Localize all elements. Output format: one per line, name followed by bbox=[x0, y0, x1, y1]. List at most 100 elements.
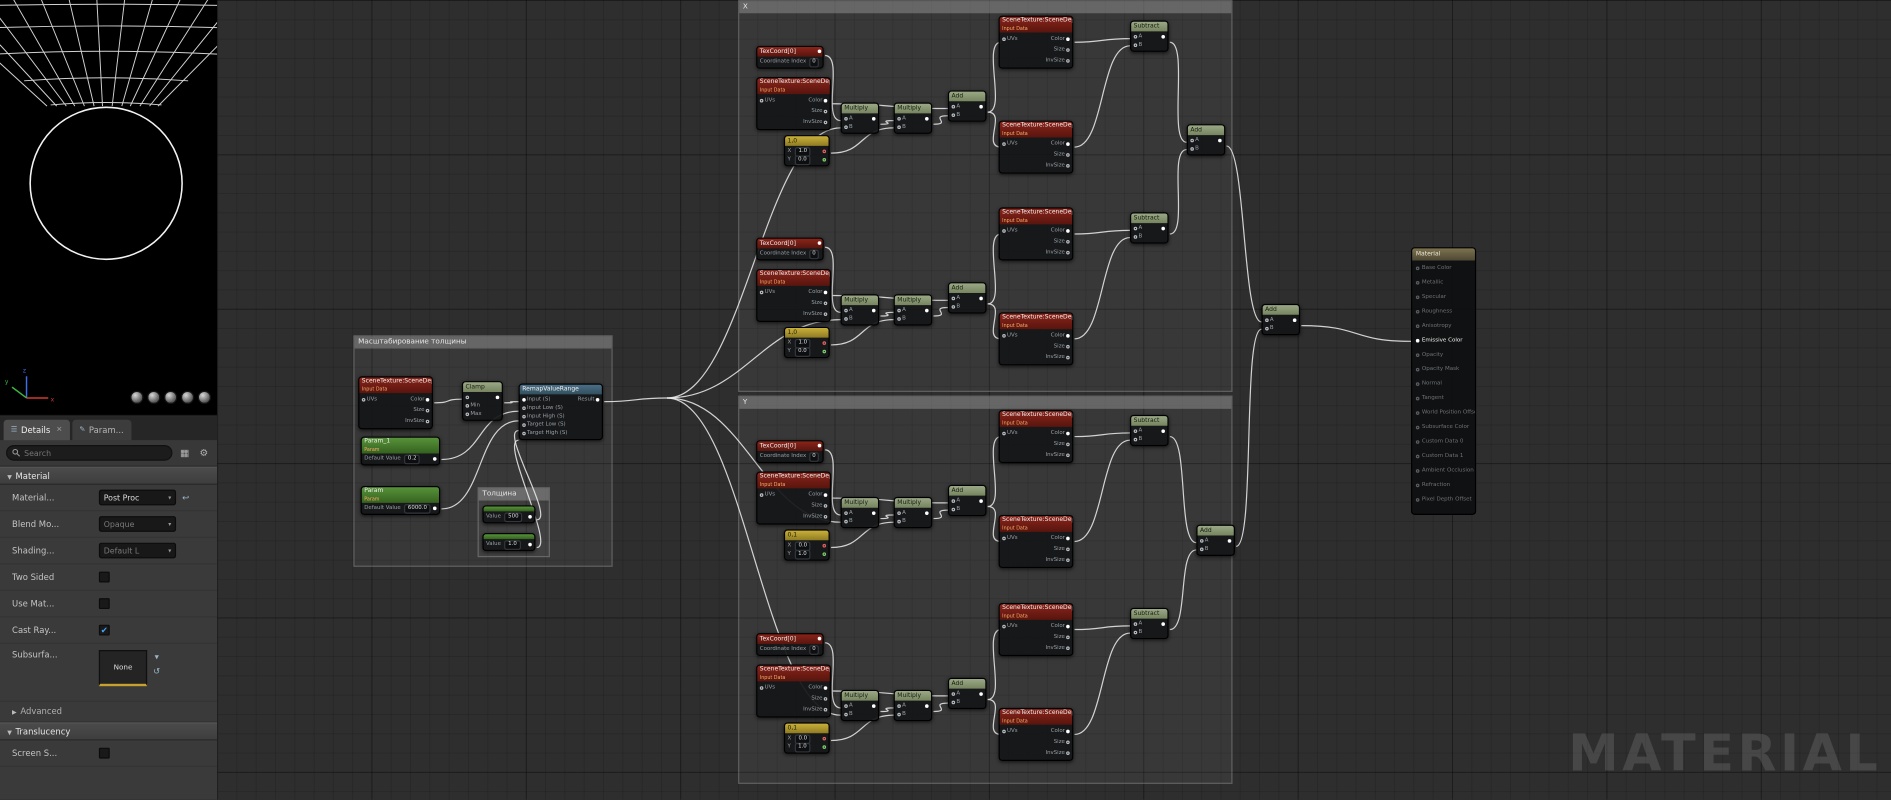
pin-specular-icon[interactable] bbox=[1415, 294, 1420, 299]
dropdown-shading[interactable]: Default L ▾ bbox=[98, 542, 177, 559]
pin-b[interactable] bbox=[844, 317, 848, 321]
close-icon[interactable]: ✕ bbox=[56, 426, 62, 434]
value[interactable]: 500 bbox=[504, 511, 523, 522]
material-output-node[interactable]: Material Base Color Metallic Specular Roughn… bbox=[1411, 247, 1477, 515]
chevron-down-icon[interactable]: ▾ bbox=[153, 652, 160, 662]
pin-a[interactable] bbox=[1265, 318, 1269, 323]
pin-a[interactable] bbox=[844, 511, 848, 515]
pin-size[interactable] bbox=[1066, 239, 1070, 244]
tab-param[interactable]: ✎ Param... bbox=[72, 419, 131, 441]
y-value[interactable]: 1.0 bbox=[794, 549, 811, 559]
pin-output[interactable] bbox=[432, 457, 437, 461]
node-subtract[interactable]: Subtract A B bbox=[1130, 20, 1169, 52]
y-value[interactable]: 0.0 bbox=[794, 154, 811, 165]
pin-b[interactable] bbox=[844, 125, 848, 130]
node-constant2vector[interactable]: 1,0 X 1.0 Y 0.0 bbox=[783, 135, 830, 167]
node-remapvaluerange[interactable]: RemapValueRange Input (S) Result Input L… bbox=[518, 383, 603, 441]
pin-base-color-icon[interactable] bbox=[1415, 265, 1420, 270]
node-add[interactable]: Add A B bbox=[947, 90, 987, 122]
pin-b[interactable] bbox=[844, 712, 848, 717]
pin-b[interactable] bbox=[1133, 437, 1138, 442]
pin-invsize[interactable] bbox=[1066, 751, 1070, 755]
node-add[interactable]: Add A B bbox=[1196, 524, 1235, 556]
node-scenetexture-scenedepth[interactable]: SceneTexture:SceneDepth Input Data UVs C… bbox=[998, 410, 1074, 464]
node-texcoord-0[interactable]: TexCoord[0] Coordinate Index 0 bbox=[756, 633, 824, 657]
pin-output[interactable] bbox=[432, 506, 437, 511]
pin-invsize[interactable] bbox=[1066, 646, 1070, 651]
pin-output[interactable] bbox=[925, 704, 929, 708]
node-multiply[interactable]: Multiply A B bbox=[840, 496, 880, 529]
material-pin-metallic[interactable]: Metallic bbox=[1412, 275, 1475, 289]
material-pin-ambient-occlusion[interactable]: Ambient Occlusion bbox=[1412, 463, 1475, 477]
pin-output[interactable] bbox=[1161, 429, 1165, 433]
pin-b[interactable] bbox=[1265, 326, 1269, 331]
material-pin-roughness[interactable]: Roughness bbox=[1412, 304, 1475, 318]
pin-g[interactable] bbox=[822, 349, 827, 354]
pin-b[interactable] bbox=[897, 519, 901, 524]
node-constant[interactable]: Value 500 bbox=[482, 505, 536, 524]
pin-result[interactable] bbox=[595, 397, 600, 402]
checkbox-screen-s[interactable] bbox=[98, 747, 110, 759]
pin-size[interactable] bbox=[823, 301, 828, 306]
pin-b[interactable] bbox=[951, 700, 956, 705]
pin-color[interactable] bbox=[1066, 536, 1070, 541]
pin-output[interactable] bbox=[871, 511, 876, 515]
pin-input[interactable] bbox=[465, 395, 470, 400]
preview-shape-mesh[interactable] bbox=[197, 390, 212, 405]
pin-r[interactable] bbox=[822, 149, 827, 154]
tab-details[interactable]: ☰ Details ✕ bbox=[3, 419, 70, 441]
pin-input-low-s[interactable] bbox=[522, 406, 526, 411]
pin-color[interactable] bbox=[1066, 229, 1070, 233]
node-subtract[interactable]: Subtract A B bbox=[1130, 607, 1169, 640]
pin-b[interactable] bbox=[897, 125, 901, 130]
material-pin-tangent[interactable]: Tangent bbox=[1412, 391, 1475, 405]
pin-color[interactable] bbox=[823, 98, 828, 103]
pin-output[interactable] bbox=[871, 704, 876, 708]
pin-b[interactable] bbox=[1133, 43, 1138, 48]
pin-b[interactable] bbox=[897, 317, 901, 321]
pin-output[interactable] bbox=[925, 116, 929, 121]
pin-uvs[interactable] bbox=[1002, 334, 1006, 338]
pin-uvs[interactable] bbox=[759, 290, 764, 295]
pin-input-high-s[interactable] bbox=[522, 414, 526, 419]
pin-output[interactable] bbox=[925, 511, 929, 515]
pin-a[interactable] bbox=[951, 692, 956, 696]
preview-shape-plane[interactable] bbox=[164, 390, 178, 405]
pin-emissive-color-icon[interactable] bbox=[1415, 338, 1420, 342]
pin-min[interactable] bbox=[465, 404, 470, 408]
pin-invsize[interactable] bbox=[1066, 453, 1070, 458]
pin-a[interactable] bbox=[844, 704, 848, 708]
pin-output[interactable] bbox=[495, 395, 500, 400]
pin-a[interactable] bbox=[1199, 539, 1204, 543]
pin-color[interactable] bbox=[425, 397, 430, 402]
material-pin-subsurface-color[interactable]: Subsurface Color bbox=[1412, 420, 1475, 434]
advanced-rollout[interactable]: ▶ Advanced bbox=[0, 702, 218, 723]
checkbox-cast-ray[interactable]: ✔ bbox=[98, 624, 110, 636]
pin-target-high-s[interactable] bbox=[522, 431, 526, 436]
pin-g[interactable] bbox=[822, 745, 827, 749]
material-pin-custom-data-0[interactable]: Custom Data 0 bbox=[1412, 434, 1475, 448]
pin-size[interactable] bbox=[1066, 547, 1070, 552]
pin-uvs[interactable] bbox=[759, 493, 764, 497]
section-header-material[interactable]: ▼ Material bbox=[0, 466, 218, 485]
pin-a[interactable] bbox=[844, 116, 848, 121]
pin-max[interactable] bbox=[465, 412, 470, 417]
node-scenetexture-scenedepth[interactable]: SceneTexture:SceneDepth Input Data UVs C… bbox=[756, 664, 831, 718]
coordinate-index-value[interactable]: 0 bbox=[808, 451, 820, 462]
pin-uvs[interactable] bbox=[361, 397, 366, 402]
node-constant2vector[interactable]: 1,0 X 1.0 Y 0.0 bbox=[783, 326, 830, 359]
pin-b[interactable] bbox=[951, 113, 956, 117]
pin-size[interactable] bbox=[1066, 153, 1070, 157]
pin-color[interactable] bbox=[823, 493, 828, 497]
pin-color[interactable] bbox=[1066, 624, 1070, 629]
pin-output[interactable] bbox=[817, 636, 822, 641]
node-multiply[interactable]: Multiply A B bbox=[840, 294, 880, 326]
node-scenetexture-scenedepth[interactable]: SceneTexture:SceneDepth Input Data UVs C… bbox=[756, 77, 831, 131]
pin-size[interactable] bbox=[1066, 635, 1070, 640]
pin-metallic-icon[interactable] bbox=[1415, 280, 1420, 285]
dropdown-blend-mo[interactable]: Opaque ▾ bbox=[98, 516, 177, 532]
node-scenetexture-scenedepth[interactable]: SceneTexture:SceneDepth Input Data UVs C… bbox=[998, 15, 1074, 69]
settings-gear-icon[interactable]: ⚙ bbox=[197, 447, 211, 458]
pin-output[interactable] bbox=[817, 443, 822, 448]
asset-thumbnail-subsurfa[interactable]: None bbox=[98, 650, 148, 687]
